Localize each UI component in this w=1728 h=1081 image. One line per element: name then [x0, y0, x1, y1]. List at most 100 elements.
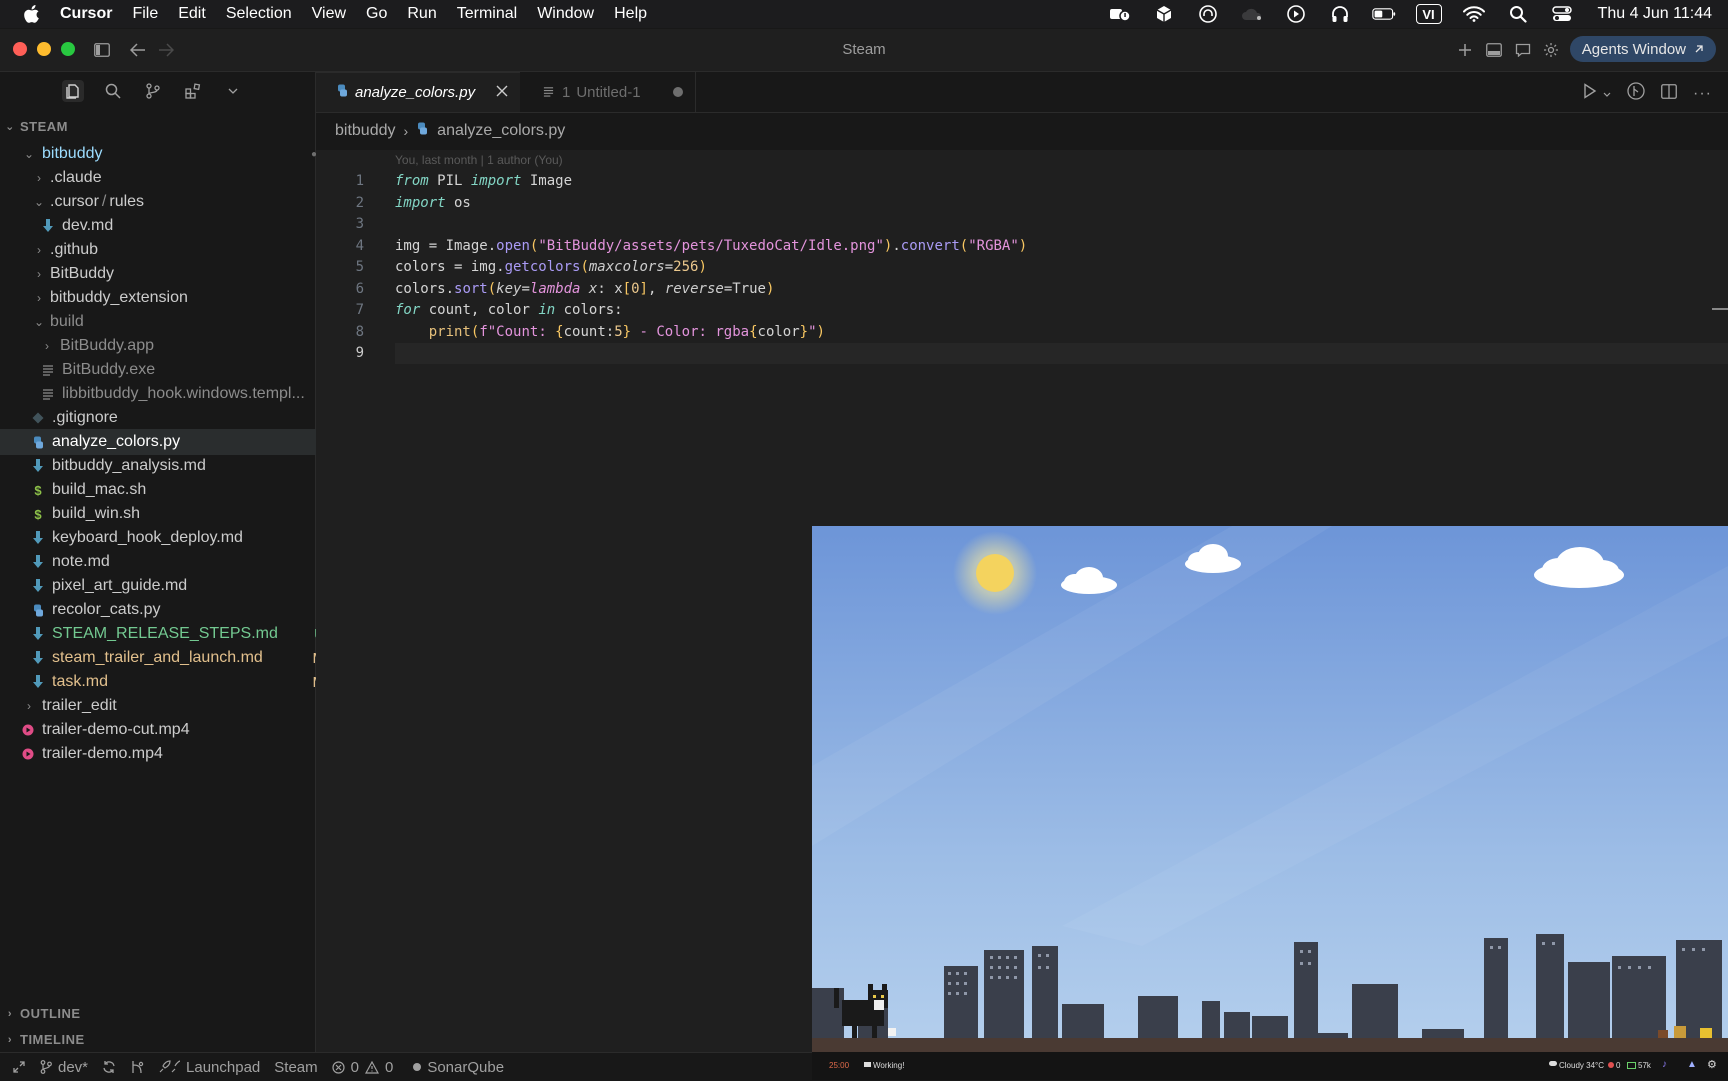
- menu-edit[interactable]: Edit: [178, 5, 206, 23]
- input-source-icon[interactable]: VI: [1415, 4, 1442, 24]
- breadcrumb-folder[interactable]: bitbuddy: [335, 122, 396, 140]
- headset-circle-icon[interactable]: [1196, 4, 1220, 24]
- menu-window[interactable]: Window: [537, 5, 594, 23]
- bell-icon[interactable]: ▲: [1687, 1059, 1697, 1070]
- tree-item-cursor-rules[interactable]: ⌄ .cursor / rules: [0, 189, 347, 215]
- tree-item-trailer-edit[interactable]: › trailer_edit: [0, 693, 337, 719]
- code-line-6[interactable]: colors.sort(key=lambda x: x[0], reverse=…: [395, 281, 774, 297]
- extensions-icon[interactable]: [182, 80, 204, 102]
- menu-terminal[interactable]: Terminal: [457, 5, 517, 23]
- git-blame-annotation[interactable]: You, last month | 1 author (You): [395, 153, 563, 167]
- tree-item-trailer-demo-cut-mp4[interactable]: trailer-demo-cut.mp4: [0, 717, 335, 743]
- menu-help[interactable]: Help: [614, 5, 647, 23]
- screen-recorder-icon[interactable]: [1108, 4, 1132, 24]
- problems-indicator[interactable]: 0 0: [332, 1059, 393, 1076]
- tree-item-build-win-sh[interactable]: $ build_win.sh: [0, 501, 345, 527]
- more-actions-icon[interactable]: ···: [1693, 85, 1712, 103]
- git-compare-icon[interactable]: [1627, 82, 1645, 105]
- tree-item-bitbuddy-extension[interactable]: › bitbuddy_extension: [0, 285, 347, 311]
- code-line-1[interactable]: from PIL import Image: [395, 173, 572, 189]
- tree-item-bitbuddy-folder[interactable]: › BitBuddy: [0, 261, 347, 287]
- chat-bubble-icon[interactable]: [1513, 40, 1533, 60]
- unsaved-dot-icon[interactable]: [673, 87, 683, 97]
- tree-item-steam-release-steps-md[interactable]: STEAM_RELEASE_STEPS.mdU: [0, 621, 345, 647]
- source-control-icon[interactable]: [142, 80, 164, 102]
- workspace-name[interactable]: Steam: [274, 1059, 317, 1076]
- music-note-icon[interactable]: ♪: [1662, 1059, 1667, 1070]
- settings-gear-icon[interactable]: ⚙: [1707, 1058, 1717, 1071]
- code-line-2[interactable]: import os: [395, 195, 471, 211]
- wifi-icon[interactable]: [1462, 4, 1486, 24]
- chevron-down-icon[interactable]: [1603, 85, 1611, 103]
- cube-icon[interactable]: [1152, 4, 1176, 24]
- launchpad-item[interactable]: Launchpad: [158, 1059, 260, 1076]
- remote-indicator-icon[interactable]: [12, 1060, 26, 1074]
- chevron-down-icon[interactable]: [222, 80, 244, 102]
- tree-item-note-md[interactable]: note.md: [0, 549, 345, 575]
- sonarqube-item[interactable]: SonarQube: [407, 1059, 504, 1076]
- pomodoro-timer[interactable]: 25:00: [829, 1061, 849, 1070]
- code-line-4[interactable]: img = Image.open("BitBuddy/assets/pets/T…: [395, 238, 1027, 254]
- tree-item-claude[interactable]: › .claude: [0, 165, 347, 191]
- tree-item-pixel-art-guide-md[interactable]: pixel_art_guide.md: [0, 573, 345, 599]
- tree-item-dev-md[interactable]: dev.md: [0, 213, 355, 239]
- tree-item-build[interactable]: ⌄ build: [0, 309, 347, 335]
- timeline-section-header[interactable]: › TIMELINE: [0, 1032, 85, 1047]
- battery-icon[interactable]: [1371, 4, 1396, 24]
- menu-file[interactable]: File: [132, 5, 158, 23]
- code-line-5[interactable]: colors = img.getcolors(maxcolors=256): [395, 259, 707, 275]
- agents-window-button[interactable]: Agents Window: [1569, 36, 1716, 62]
- cloud-sync-icon[interactable]: [1240, 4, 1264, 24]
- control-center-icon[interactable]: [1550, 4, 1574, 24]
- tree-item-analyze-colors-py[interactable]: analyze_colors.py: [0, 429, 345, 455]
- tab-untitled-1[interactable]: 1 Untitled-1: [521, 72, 696, 112]
- explorer-files-icon[interactable]: [62, 80, 84, 102]
- monitor-icon: [1627, 1062, 1636, 1069]
- headphones-icon[interactable]: [1328, 4, 1352, 24]
- python-file-icon: [416, 122, 429, 140]
- menu-run[interactable]: Run: [407, 5, 436, 23]
- tree-item-keyboard-hook-deploy-md[interactable]: keyboard_hook_deploy.md: [0, 525, 345, 551]
- toggle-panel-icon[interactable]: [1484, 40, 1504, 60]
- tree-item-trailer-demo-mp4[interactable]: trailer-demo.mp4: [0, 741, 335, 767]
- menu-selection[interactable]: Selection: [226, 5, 292, 23]
- minimap-scroll-marker[interactable]: [1712, 308, 1728, 310]
- menubar-clock[interactable]: Thu 4 Jun 11:44: [1598, 5, 1712, 23]
- git-graph-icon[interactable]: [130, 1060, 144, 1074]
- tree-item-bitbuddy[interactable]: ⌄ bitbuddy ●: [0, 141, 337, 167]
- tree-item-task-md[interactable]: task.mdM: [0, 669, 345, 695]
- breadcrumb-file[interactable]: analyze_colors.py: [437, 122, 565, 140]
- tree-item-bitbuddy-exe[interactable]: BitBuddy.exe: [0, 357, 355, 383]
- tree-item-bitbuddy-analysis-md[interactable]: bitbuddy_analysis.md: [0, 453, 345, 479]
- new-chat-plus-icon[interactable]: [1455, 40, 1475, 60]
- menu-app-name[interactable]: Cursor: [60, 5, 112, 23]
- settings-gear-icon[interactable]: [1541, 40, 1561, 60]
- code-line-7[interactable]: for count, color in colors:: [395, 302, 623, 318]
- run-play-icon[interactable]: [1583, 83, 1597, 104]
- explorer-root-header[interactable]: ⌄ STEAM: [0, 119, 68, 134]
- tree-item-steam-trailer-and-launch-md[interactable]: steam_trailer_and_launch.mdM: [0, 645, 345, 671]
- menu-view[interactable]: View: [312, 5, 346, 23]
- pet-game-window[interactable]: [812, 526, 1728, 1080]
- tab-analyze-colors-py[interactable]: analyze_colors.py: [316, 72, 520, 112]
- tree-item-gitignore[interactable]: .gitignore: [0, 405, 345, 431]
- outline-label: OUTLINE: [20, 1006, 81, 1021]
- tree-item-build-mac-sh[interactable]: $ build_mac.sh: [0, 477, 345, 503]
- split-editor-icon[interactable]: [1661, 83, 1677, 104]
- tree-item-github[interactable]: › .github: [0, 237, 347, 263]
- close-tab-icon[interactable]: [496, 84, 508, 101]
- tree-item-bitbuddy-app[interactable]: › BitBuddy.app: [0, 333, 355, 359]
- git-branch-indicator[interactable]: dev*: [40, 1059, 88, 1076]
- tree-item-label: dev.md: [62, 217, 114, 234]
- spotlight-search-icon[interactable]: [1506, 4, 1530, 24]
- tree-item-recolor-cats-py[interactable]: recolor_cats.py: [0, 597, 345, 623]
- sync-icon[interactable]: [102, 1060, 116, 1074]
- menu-go[interactable]: Go: [366, 5, 387, 23]
- outline-section-header[interactable]: › OUTLINE: [0, 1006, 81, 1021]
- play-circle-icon[interactable]: [1284, 4, 1308, 24]
- apple-icon[interactable]: [24, 5, 40, 23]
- line-number: 4: [355, 238, 364, 254]
- code-line-8[interactable]: print(f"Count: {count:5} - Color: rgba{c…: [395, 324, 825, 340]
- tree-item-libbitbuddy-hook[interactable]: libbitbuddy_hook.windows.templ...: [0, 381, 355, 407]
- search-icon[interactable]: [102, 80, 124, 102]
